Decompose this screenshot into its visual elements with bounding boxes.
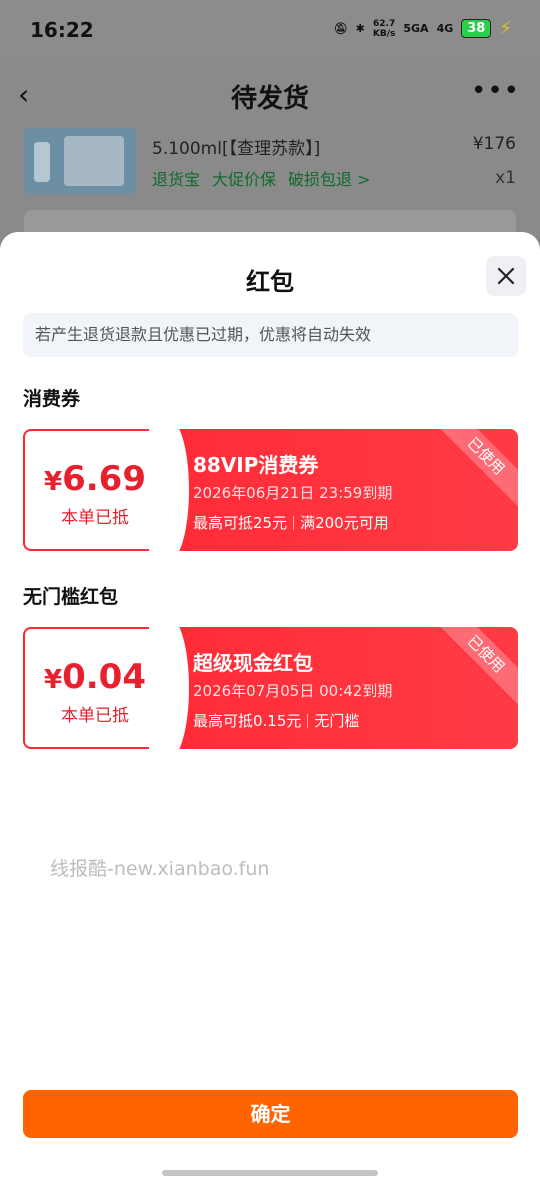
coupon-amount-panel: ¥0.04 本单已抵 (25, 629, 165, 747)
status-time: 16:22 (30, 18, 94, 42)
net-speed-unit: KB/s (372, 28, 396, 39)
background-page: ‹ 待发货 ••• 5.100ml[【查理苏款】] ¥176 退货宝 大促价保 … (0, 62, 540, 242)
section-label-voucher: 消费券 (23, 388, 81, 410)
product-quantity: x1 (495, 168, 516, 188)
coupon-name: 88VIP消费券 (193, 453, 319, 477)
used-badge: 已使用 (427, 429, 518, 515)
coupon-used-text: 本单已抵 (61, 508, 129, 528)
service-tag: 退货宝 (152, 170, 201, 189)
coupon-expire: 2026年07月05日 00:42到期 (193, 682, 393, 700)
charging-icon: ⚡ (499, 18, 512, 39)
signal-4g: 4G (436, 22, 454, 35)
signal-5ga: 5GA (403, 22, 429, 35)
coupon-amount-panel: ¥6.69 本单已抵 (25, 431, 165, 549)
watermark: 线报酷-new.xianbao.fun (50, 858, 270, 880)
coupon-used-text: 本单已抵 (61, 706, 129, 726)
bluetooth-icon: ✱ (355, 22, 365, 35)
coupon-rule: 最高可抵25元 (193, 514, 288, 532)
close-button[interactable] (486, 256, 526, 296)
product-title: 5.100ml[【查理苏款】] (152, 139, 321, 159)
mute-icon: 🔕︎ (333, 22, 348, 35)
product-thumbnail (24, 128, 136, 194)
more-icon[interactable]: ••• (471, 76, 520, 106)
service-tag: 大促价保 (212, 170, 277, 189)
home-indicator (162, 1170, 378, 1176)
coupon-amount: ¥6.69 (25, 459, 165, 499)
used-badge: 已使用 (427, 627, 518, 713)
confirm-button[interactable]: 确定 (23, 1090, 518, 1138)
coupon-rules: 最高可抵25元 满200元可用 (193, 512, 389, 533)
amount-value: 0.04 (62, 657, 146, 697)
coupon-name: 超级现金红包 (193, 651, 313, 675)
battery-level: 38 (461, 19, 492, 38)
coupon-card-voucher[interactable]: ¥6.69 本单已抵 88VIP消费券 2026年06月21日 23:59到期 … (23, 429, 518, 551)
coupon-card-no-threshold[interactable]: ¥0.04 本单已抵 超级现金红包 2026年07月05日 00:42到期 最高… (23, 627, 518, 749)
coupon-amount: ¥0.04 (25, 657, 165, 697)
coupon-rule: 无门槛 (314, 712, 360, 730)
notice-banner: 若产生退货退款且优惠已过期，优惠将自动失效 (23, 313, 518, 357)
coupon-rules: 最高可抵0.15元 无门槛 (193, 710, 359, 731)
currency-symbol: ¥ (44, 665, 63, 695)
net-speed: 62.7 KB/s (373, 19, 395, 39)
close-icon (497, 267, 515, 285)
coupon-expire: 2026年06月21日 23:59到期 (193, 484, 393, 502)
page-title: 待发货 (230, 84, 309, 114)
currency-symbol: ¥ (44, 467, 63, 497)
coupon-rule: 满200元可用 (300, 514, 389, 532)
section-label-no-threshold: 无门槛红包 (23, 586, 119, 608)
status-bar: 16:22 🔕︎ ✱ 62.7 KB/s 5GA 4G 38 ⚡ (0, 0, 540, 62)
product-price: ¥176 (472, 134, 516, 154)
nav-bar: ‹ 待发货 ••• (0, 62, 540, 130)
sheet-title: 红包 (246, 268, 294, 296)
service-tag[interactable]: 破损包退 > (288, 166, 371, 190)
service-tags: 退货宝 大促价保 破损包退 > (152, 166, 371, 190)
status-icons: 🔕︎ ✱ 62.7 KB/s 5GA 4G 38 ⚡ (334, 18, 512, 39)
net-speed-value: 62.7 (373, 18, 396, 29)
amount-value: 6.69 (62, 459, 146, 499)
coupon-rule: 最高可抵0.15元 (193, 712, 302, 730)
red-packet-sheet: 红包 若产生退货退款且优惠已过期，优惠将自动失效 消费券 ¥6.69 本单已抵 … (0, 232, 540, 1188)
